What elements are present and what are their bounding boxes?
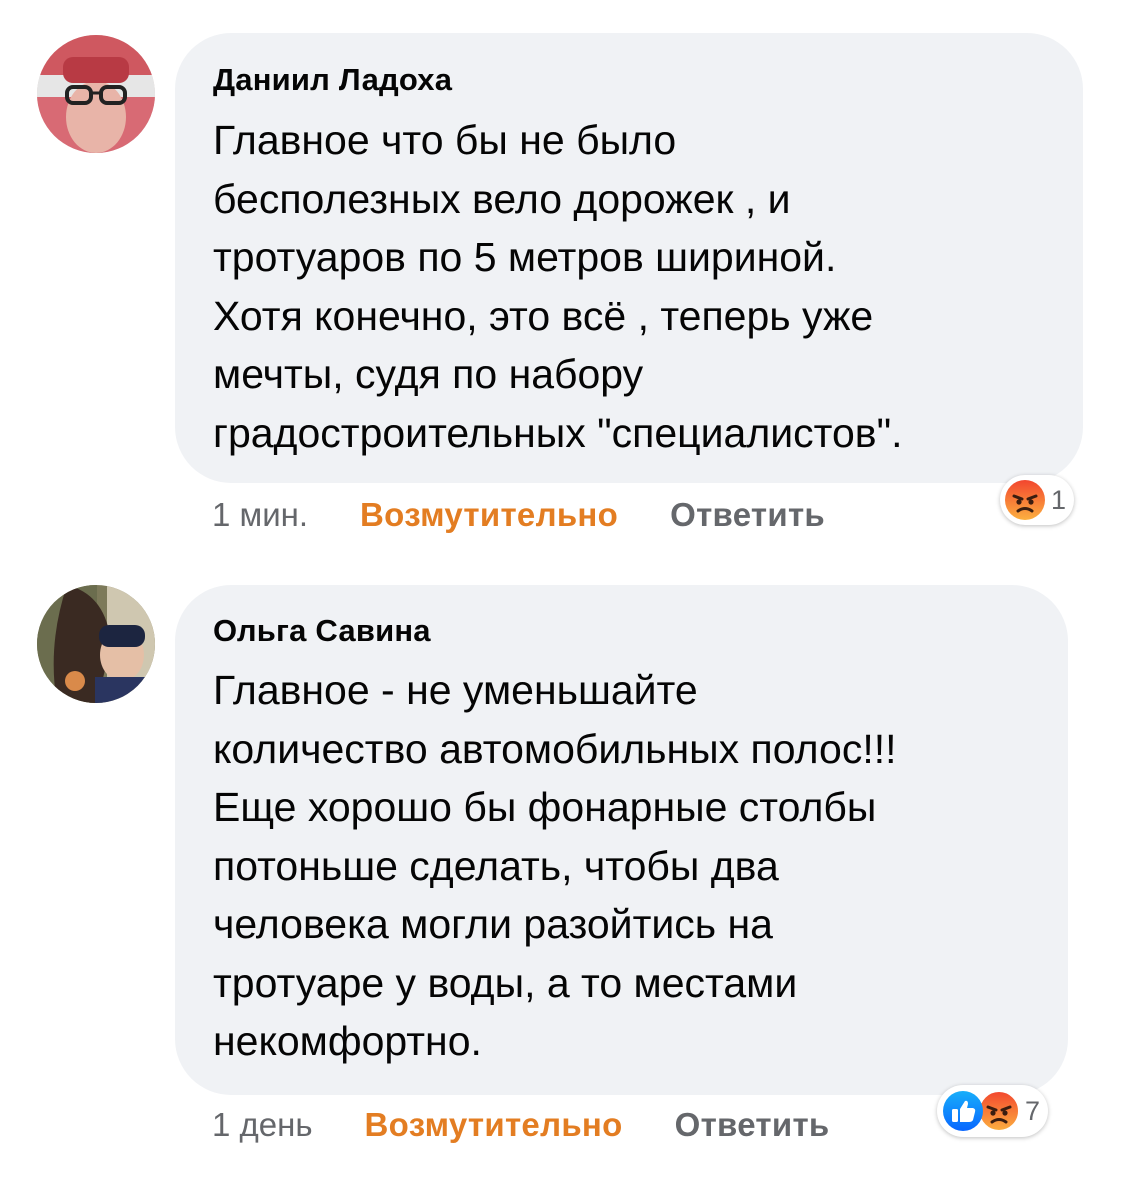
reply-button[interactable]: Ответить <box>670 496 825 534</box>
avatar[interactable] <box>37 35 155 153</box>
reaction-count: 1 <box>1051 484 1067 515</box>
avatar-image <box>37 585 155 703</box>
reaction-count: 7 <box>1025 1095 1041 1126</box>
reply-button[interactable]: Ответить <box>675 1106 830 1144</box>
comment-actions: 1 мин. Возмутительно Ответить <box>212 496 825 534</box>
comment-text: Главное - не уменьшайте количество автом… <box>213 667 897 1064</box>
comment-bubble: Ольга Савина Главное - не уменьшайте кол… <box>175 585 1068 1095</box>
comment-author[interactable]: Даниил Ладоха <box>213 62 452 98</box>
like-icon <box>941 1089 985 1133</box>
comment-actions: 1 день Возмутительно Ответить <box>212 1106 830 1144</box>
comment-timestamp[interactable]: 1 день <box>212 1106 313 1144</box>
reaction-button[interactable]: Возмутительно <box>365 1106 623 1144</box>
comment-bubble: Даниил Ладоха Главное что бы не было бес… <box>175 33 1083 483</box>
comment-author[interactable]: Ольга Савина <box>213 613 431 649</box>
reaction-summary[interactable]: 7 <box>937 1085 1049 1137</box>
avatar[interactable] <box>37 585 155 703</box>
angry-emoji-icon <box>1003 478 1047 522</box>
reaction-button[interactable]: Возмутительно <box>360 496 618 534</box>
comment-text: Главное что бы не было бесполезных вело … <box>213 117 903 456</box>
comment-timestamp[interactable]: 1 мин. <box>212 496 308 534</box>
avatar-image <box>37 35 155 153</box>
reaction-summary[interactable]: 1 <box>1000 475 1075 525</box>
